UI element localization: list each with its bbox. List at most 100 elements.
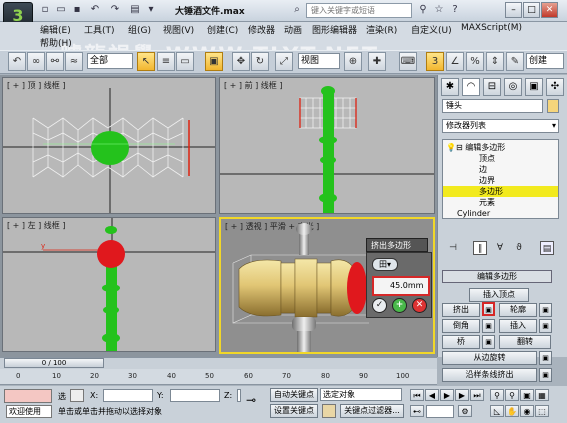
search-input[interactable]: 键入关键字或短语 (306, 3, 412, 18)
modifier-list-select[interactable]: 修改器列表 ▾ (442, 119, 559, 133)
maximize-button[interactable]: □ (523, 2, 540, 18)
configure-sets-icon[interactable]: ▤ (540, 241, 554, 255)
x-coordinate-field[interactable] (103, 389, 153, 402)
menu-customize[interactable]: 自定义(U) (411, 23, 452, 36)
inset-settings-button[interactable]: ▣ (539, 319, 552, 333)
menu-rendering[interactable]: 渲染(R) (366, 23, 397, 36)
stack-item-border[interactable]: 边界 (443, 175, 558, 186)
menu-help[interactable]: 帮助(H) (40, 36, 72, 49)
angle-snap-icon[interactable]: ∠ (446, 52, 464, 71)
time-slider-thumb[interactable]: 0 / 100 (4, 358, 104, 368)
undo-toolbar-icon[interactable]: ↶ (8, 52, 26, 71)
field-of-view-icon[interactable]: ◺ (490, 405, 504, 417)
orbit-icon[interactable]: ◉ (520, 405, 534, 417)
rollout-edit-poly[interactable]: 编辑多边形 (442, 270, 552, 283)
menu-animation[interactable]: 动画 (284, 23, 302, 36)
undo-icon[interactable]: ↶ (88, 3, 102, 17)
outline-button[interactable]: 轮廓 (499, 303, 537, 317)
set-key-button[interactable]: 设置关键点 (270, 404, 318, 418)
link-icon[interactable]: ∞ (27, 52, 45, 71)
pivot-center-icon[interactable]: ⊕ (344, 52, 362, 71)
cancel-icon[interactable]: ✕ (412, 298, 427, 313)
open-file-icon[interactable]: ▭ (54, 3, 68, 17)
lock-selection-icon[interactable] (70, 389, 84, 402)
select-object-icon[interactable]: ↖ (137, 52, 155, 71)
menu-edit[interactable]: 编辑(E) (40, 23, 71, 36)
snaps-toggle-icon[interactable]: 3 (426, 52, 444, 71)
maxscript-listener[interactable] (4, 389, 52, 403)
extrude-height-field[interactable]: 45.0mm (372, 276, 430, 296)
stack-item-element[interactable]: 元素 (443, 197, 558, 208)
menu-maxscript[interactable]: MAXScript(M) (461, 23, 522, 33)
insert-vertex-button[interactable]: 插入顶点 (469, 288, 529, 302)
apply-plus-icon[interactable]: + (392, 298, 407, 313)
display-tab-icon[interactable]: ▣ (525, 78, 543, 96)
ok-icon[interactable]: ✓ (372, 298, 387, 313)
time-config-icon[interactable]: ⚙ (458, 405, 472, 417)
percent-snap-icon[interactable]: % (466, 52, 484, 71)
pin-stack-icon[interactable]: ⊣ (446, 241, 460, 255)
scale-icon[interactable]: ⤢ (275, 52, 293, 71)
pan-icon[interactable]: ✋ (505, 405, 519, 417)
modify-tab-icon[interactable]: ◠ (462, 78, 480, 96)
project-folder-icon[interactable]: ▤ (128, 3, 142, 17)
bevel-button[interactable]: 倒角 (442, 319, 480, 333)
z-coordinate-field[interactable] (237, 389, 241, 402)
stack-item-edit-poly[interactable]: 💡⊟ 编辑多边形 (443, 142, 558, 153)
object-color-swatch[interactable] (547, 99, 559, 113)
ref-coord-select[interactable]: 视图 (298, 53, 340, 69)
go-to-start-icon[interactable]: ⏮ (410, 389, 424, 401)
viewport-top[interactable]: [ + ] 顶 ] 线框 ] (2, 77, 216, 214)
bind-spacewarp-icon[interactable]: ≈ (65, 52, 83, 71)
motion-tab-icon[interactable]: ◎ (504, 78, 522, 96)
save-icon[interactable]: ▪ (70, 3, 84, 17)
previous-frame-icon[interactable]: ◀ (425, 389, 439, 401)
extrude-button[interactable]: 挤出 (442, 303, 480, 317)
utilities-tab-icon[interactable]: ✣ (546, 78, 564, 96)
bridge-button[interactable]: 桥 (442, 335, 480, 349)
key-filters-button[interactable]: 关键点过滤器... (340, 404, 404, 418)
hinge-from-edge-button[interactable]: 从边旋转 (442, 351, 537, 365)
zoom-extents-icon[interactable]: ▣ (520, 389, 534, 401)
show-end-result-icon[interactable]: ∥ (473, 241, 487, 255)
stack-item-polygon[interactable]: 多边形 (443, 186, 558, 197)
make-unique-icon[interactable]: ∀ (493, 241, 507, 255)
spinner-snap-icon[interactable]: ⇕ (486, 52, 504, 71)
object-name-field[interactable]: 锤头 (442, 99, 543, 113)
viewport-front[interactable]: [ + ] 前 ] 线框 ] (219, 77, 435, 214)
go-to-end-icon[interactable]: ⏭ (470, 389, 484, 401)
zoom-icon[interactable]: ⚲ (490, 389, 504, 401)
hinge-settings-button[interactable]: ▣ (539, 351, 552, 365)
play-icon[interactable]: ▶ (440, 389, 454, 401)
flip-button[interactable]: 翻转 (499, 335, 551, 349)
welcome-text[interactable]: 欢迎使用 (6, 405, 52, 418)
outline-settings-button[interactable]: ▣ (539, 303, 552, 317)
auto-key-button[interactable]: 自动关键点 (270, 388, 318, 402)
bevel-settings-button[interactable]: ▣ (482, 319, 495, 333)
menu-views[interactable]: 视图(V) (163, 23, 194, 36)
window-crossing-icon[interactable]: ▣ (205, 52, 223, 71)
quick-access-dropdown-icon[interactable]: ▾ (144, 3, 158, 17)
close-button[interactable]: ✕ (541, 2, 558, 18)
set-key-icon[interactable] (322, 404, 336, 418)
search-go-icon[interactable]: ⚲ (416, 3, 430, 17)
current-frame-field[interactable] (426, 405, 454, 418)
y-coordinate-field[interactable] (170, 389, 220, 402)
key-icon[interactable]: ⊸ (246, 393, 256, 407)
move-icon[interactable]: ✥ (232, 52, 250, 71)
community-icon[interactable]: ☆ (432, 3, 446, 17)
maximize-viewport-icon[interactable]: ⬚ (535, 405, 549, 417)
bridge-settings-button[interactable]: ▣ (482, 335, 495, 349)
remove-modifier-icon[interactable]: ϑ (512, 241, 526, 255)
zoom-extents-all-icon[interactable]: ▦ (535, 389, 549, 401)
extrude-settings-button[interactable]: ▣ (482, 302, 495, 316)
rect-selection-icon[interactable]: ▭ (176, 52, 194, 71)
viewport-left[interactable]: [ + ] 左 ] 线框 ] y (2, 217, 216, 352)
next-frame-icon[interactable]: ▶ (455, 389, 469, 401)
extrude-along-spline-button[interactable]: 沿样条线挤出 (442, 368, 537, 382)
stack-item-edge[interactable]: 边 (443, 164, 558, 175)
track-bar[interactable] (0, 369, 437, 385)
menu-graph-editors[interactable]: 图形编辑器 (312, 23, 357, 36)
rotate-icon[interactable]: ↻ (251, 52, 269, 71)
selection-filter-select[interactable]: 全部 (87, 53, 133, 69)
